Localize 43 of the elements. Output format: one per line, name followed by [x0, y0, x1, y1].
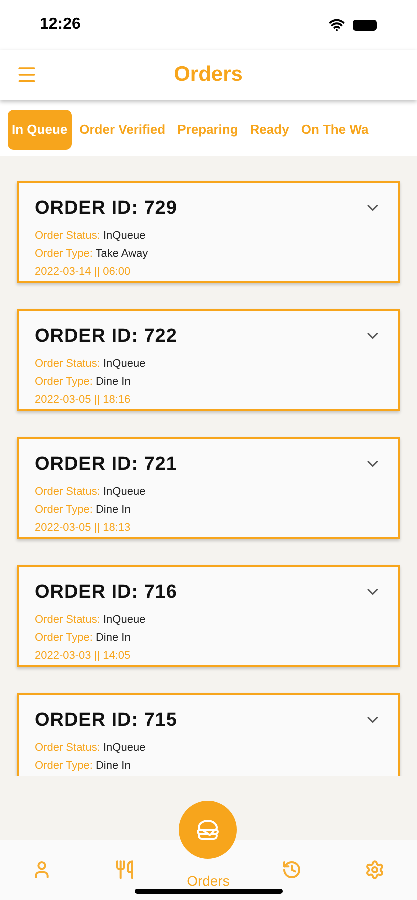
order-id: ORDER ID: 721 [35, 452, 178, 476]
field-label: Order Status: [35, 230, 100, 242]
nav-label: Orders [187, 872, 230, 890]
field-label: Order Type: [35, 504, 93, 516]
order-type: Dine In [96, 376, 131, 388]
field-label: Order Status: [35, 486, 100, 498]
order-datetime: 2022-03-05 || 18:16 [35, 394, 131, 406]
order-datetime: 2022-03-14 || 06:00 [35, 266, 131, 278]
field-label: Order Status: [35, 358, 100, 370]
order-status: InQueue [103, 742, 146, 754]
field-label: Order Type: [35, 376, 93, 388]
order-card[interactable]: ORDER ID: 721 Order Status: InQueue Order Type: Dine In 2022-03-05 || 18:13 [17, 436, 400, 538]
order-status: InQueue [103, 486, 146, 498]
order-status: InQueue [103, 358, 146, 370]
order-status: InQueue [103, 614, 146, 626]
field-label: Order Type: [35, 248, 93, 260]
field-label: Order Type: [35, 760, 93, 772]
battery-icon [353, 20, 377, 30]
order-datetime: 2022-03-03 || 14:05 [35, 650, 131, 662]
settings-icon[interactable] [365, 860, 386, 880]
status-time: 12:26 [40, 15, 81, 35]
order-type: Dine In [96, 760, 131, 772]
order-type: Take Away [96, 248, 148, 260]
wifi-icon [329, 17, 345, 33]
order-card[interactable]: ORDER ID: 729 Order Status: InQueue Order Type: Take Away 2022-03-14 || 06:00 [17, 180, 400, 282]
fast-food-icon [196, 818, 220, 842]
order-card[interactable]: ORDER ID: 722 Order Status: InQueue Order Type: Dine In 2022-03-05 || 18:16 [17, 308, 400, 410]
history-icon[interactable] [282, 860, 302, 880]
field-label: Order Status: [35, 742, 100, 754]
order-id: ORDER ID: 715 [35, 708, 178, 732]
order-card[interactable]: ORDER ID: 716 Order Status: InQueue Order Type: Dine In 2022-03-03 || 14:05 [17, 564, 400, 666]
field-label: Order Type: [35, 632, 93, 644]
order-id: ORDER ID: 729 [35, 196, 178, 220]
order-datetime: 2022-03-05 || 18:13 [35, 522, 131, 534]
order-status: InQueue [103, 230, 146, 242]
page-title: Orders [174, 62, 243, 88]
utensils-icon[interactable] [115, 860, 136, 880]
order-id: ORDER ID: 716 [35, 580, 178, 604]
order-card[interactable]: ORDER ID: 715 Order Status: InQueue Order Type: Dine In [17, 692, 400, 776]
field-label: Order Status: [35, 614, 100, 626]
order-type: Dine In [96, 504, 131, 516]
order-type: Dine In [96, 632, 131, 644]
order-id: ORDER ID: 722 [35, 324, 178, 348]
